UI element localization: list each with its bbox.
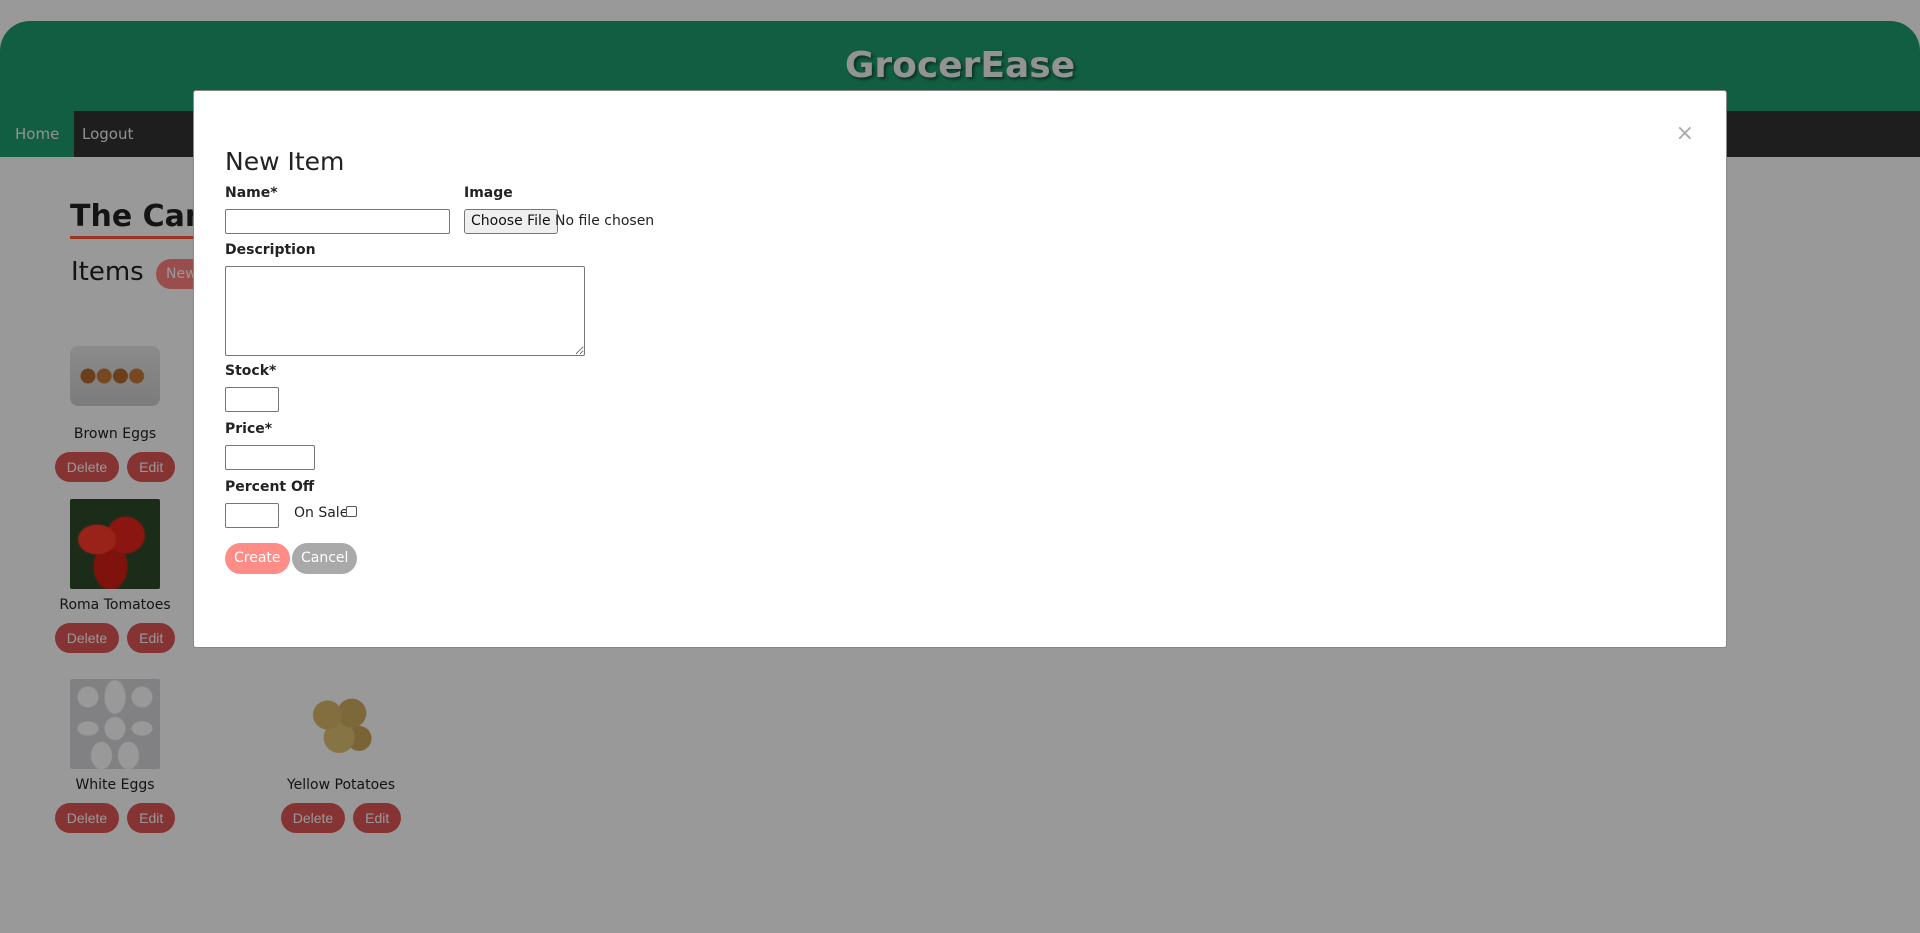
cancel-button[interactable]: Cancel xyxy=(292,543,358,574)
file-status: No file chosen xyxy=(555,213,655,229)
price-field[interactable] xyxy=(225,445,315,470)
on-sale-checkbox[interactable] xyxy=(346,506,357,517)
stock-label: Stock* xyxy=(225,363,277,379)
percent-off-label: Percent Off xyxy=(225,479,315,495)
stock-field[interactable] xyxy=(225,387,279,412)
price-label: Price* xyxy=(225,421,273,437)
new-item-modal: × New Item Name* Image Choose File No fi… xyxy=(193,90,1727,648)
on-sale-label: On Sale xyxy=(294,505,349,521)
description-field[interactable] xyxy=(225,266,585,356)
name-field[interactable] xyxy=(225,209,450,234)
modal-title: New Item xyxy=(225,147,345,176)
choose-file-button[interactable]: Choose File xyxy=(464,209,558,234)
close-icon[interactable]: × xyxy=(1676,123,1694,145)
create-button[interactable]: Create xyxy=(225,543,290,574)
name-label: Name* xyxy=(225,185,278,201)
description-label: Description xyxy=(225,242,316,258)
percent-off-field[interactable] xyxy=(225,503,279,528)
image-label: Image xyxy=(464,185,513,201)
